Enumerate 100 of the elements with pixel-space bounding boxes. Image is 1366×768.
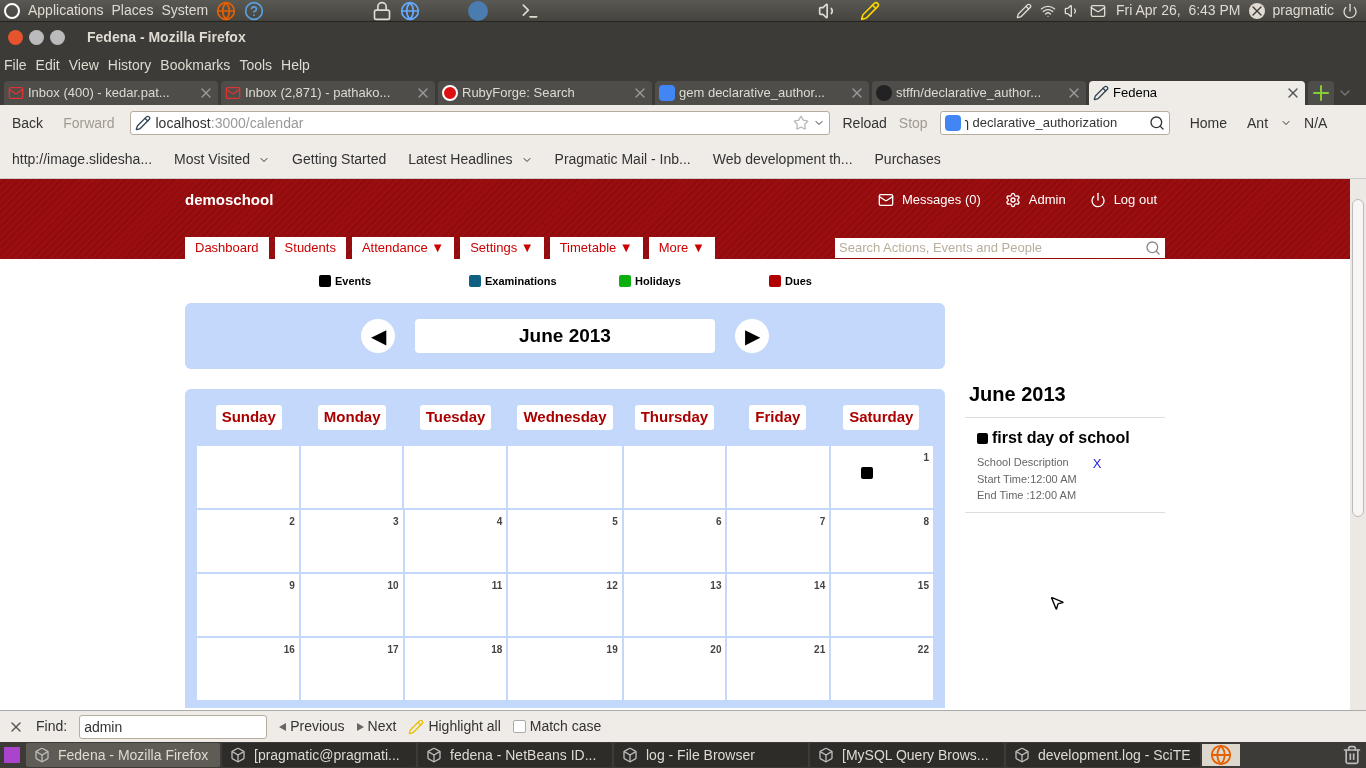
next-month-button[interactable]: ▶ bbox=[735, 319, 769, 353]
browser-tab[interactable]: Fedena bbox=[1089, 81, 1305, 105]
back-button[interactable]: Back bbox=[8, 112, 48, 134]
taskbar-button[interactable]: log - File Browser bbox=[614, 743, 808, 767]
calendar-cell[interactable]: 16 bbox=[197, 638, 299, 700]
match-case-label[interactable]: Match case bbox=[529, 716, 602, 737]
menu-item[interactable]: History bbox=[107, 54, 152, 76]
calendar-cell[interactable]: 5 bbox=[508, 510, 622, 572]
home-button[interactable]: Home bbox=[1189, 112, 1228, 134]
calendar-cell[interactable]: 6 bbox=[623, 510, 726, 572]
search-field[interactable]: ɿ declarative_authorization bbox=[939, 111, 1170, 135]
calendar-cell[interactable]: 9 bbox=[197, 574, 299, 636]
browser-tab[interactable]: stffn/declarative_author... bbox=[872, 81, 1086, 105]
match-case-checkbox[interactable] bbox=[512, 720, 526, 733]
browser-tab[interactable]: Inbox (2,871) - pathako... bbox=[221, 81, 435, 105]
menu-item[interactable]: Edit bbox=[35, 54, 60, 76]
calendar-cell[interactable]: 2 bbox=[197, 510, 299, 572]
nav-tab[interactable]: Attendance ▼ bbox=[351, 237, 455, 259]
legend-label: Dues bbox=[785, 273, 812, 289]
bookmark-item[interactable]: Web development th... bbox=[712, 149, 853, 170]
user-name[interactable]: pragmatic bbox=[1272, 0, 1334, 21]
trash-icon[interactable] bbox=[1342, 745, 1362, 765]
close-button[interactable] bbox=[8, 29, 23, 45]
menu-item[interactable]: Help bbox=[281, 54, 310, 76]
messages-link[interactable]: Messages (0) bbox=[902, 190, 981, 210]
calendar-cell[interactable]: 17 bbox=[300, 638, 403, 700]
status-icon[interactable] bbox=[1248, 2, 1265, 19]
menu-item[interactable]: View bbox=[68, 54, 99, 76]
calendar-cell[interactable]: 8 bbox=[831, 510, 933, 572]
calendar-cell[interactable]: 7 bbox=[727, 510, 830, 572]
bookmark-item[interactable]: Most Visited bbox=[174, 149, 271, 170]
calendar-cell[interactable]: 3 bbox=[300, 510, 403, 572]
power-icon[interactable] bbox=[1342, 2, 1358, 19]
browser-tab[interactable]: Inbox (400) - kedar.pat... bbox=[4, 81, 218, 105]
calendar-cell[interactable]: 14 bbox=[727, 574, 830, 636]
nav-tab[interactable]: Students bbox=[274, 237, 346, 259]
new-tab-icon[interactable] bbox=[1308, 81, 1334, 105]
browser-tab[interactable]: RubyForge: Search bbox=[438, 81, 652, 105]
nav-tab[interactable]: Dashboard bbox=[185, 237, 269, 259]
calendar-cell[interactable]: 10 bbox=[300, 574, 403, 636]
calendar-cell[interactable]: 22 bbox=[831, 638, 933, 700]
school-name[interactable]: demoschool bbox=[185, 188, 274, 212]
globe-icon[interactable] bbox=[1202, 744, 1240, 766]
calendar-cell[interactable]: 21 bbox=[727, 638, 830, 700]
nav-tab[interactable]: Settings ▼ bbox=[460, 237, 544, 259]
highlight-all-button[interactable]: Highlight all bbox=[428, 716, 501, 737]
star-icon[interactable] bbox=[793, 115, 810, 131]
calendar-cell[interactable]: 4 bbox=[404, 510, 507, 572]
calendar-cell[interactable]: 18 bbox=[404, 638, 507, 700]
maximize-button[interactable] bbox=[50, 29, 65, 45]
ant-button[interactable]: Ant bbox=[1247, 112, 1269, 134]
calendar-cell[interactable]: 1 bbox=[831, 446, 933, 508]
lock-icon[interactable] bbox=[372, 0, 393, 21]
previous-month-button[interactable]: ◀ bbox=[361, 319, 395, 353]
bookmark-item[interactable]: Getting Started bbox=[292, 149, 387, 170]
menu-item[interactable]: File bbox=[4, 54, 27, 76]
reload-button[interactable]: Reload bbox=[842, 112, 887, 134]
taskbar-button[interactable]: development.log - SciTE bbox=[1006, 743, 1200, 767]
nav-tab[interactable]: More ▼ bbox=[648, 237, 715, 259]
calendar-cell[interactable]: 13 bbox=[623, 574, 726, 636]
event-marker[interactable] bbox=[861, 467, 873, 479]
clock[interactable]: Fri Apr 26, 6:43 PM bbox=[1116, 0, 1241, 21]
menu-item[interactable]: Bookmarks bbox=[160, 54, 231, 76]
menu-item[interactable]: Tools bbox=[239, 54, 273, 76]
taskbar-button[interactable]: [pragmatic@pragmati... bbox=[222, 743, 416, 767]
previous-button[interactable]: Previous bbox=[290, 716, 345, 737]
find-field[interactable]: admin bbox=[79, 714, 268, 739]
bookmark-item[interactable]: Pragmatic Mail - Inb... bbox=[554, 149, 691, 170]
event-title[interactable]: first day of school bbox=[992, 426, 1130, 450]
bookmark-item[interactable]: http://image.slidesha... bbox=[12, 149, 153, 170]
taskbar-button[interactable]: fedena - NetBeans ID... bbox=[418, 743, 612, 767]
mail-icon bbox=[8, 85, 24, 101]
taskbar-button[interactable]: [MySQL Query Brows... bbox=[810, 743, 1004, 767]
panel-menu[interactable]: Places bbox=[111, 0, 154, 21]
search-icon[interactable] bbox=[1148, 115, 1165, 131]
calendar-cell[interactable]: 20 bbox=[623, 638, 726, 700]
calendar-cell[interactable]: 15 bbox=[831, 574, 933, 636]
delete-event-link[interactable]: X bbox=[1092, 454, 1102, 474]
calendar-cell[interactable]: 19 bbox=[508, 638, 622, 700]
calendar-cell[interactable]: 11 bbox=[404, 574, 507, 636]
bookmark-item[interactable]: Purchases bbox=[874, 149, 941, 170]
panel-menu[interactable]: Applications bbox=[28, 0, 104, 21]
browser-tab[interactable]: gem declarative_author... bbox=[655, 81, 869, 105]
logout-link[interactable]: Log out bbox=[1113, 190, 1157, 210]
search-field[interactable]: Search Actions, Events and People bbox=[835, 238, 1165, 258]
weekday-label: Sunday bbox=[215, 405, 282, 430]
globe-icon[interactable] bbox=[400, 0, 421, 21]
calendar-cell[interactable]: 12 bbox=[508, 574, 622, 636]
taskbar-button[interactable]: Fedena - Mozilla Firefox bbox=[26, 743, 220, 767]
panel-menu[interactable]: System bbox=[161, 0, 209, 21]
nav-tab[interactable]: Timetable ▼ bbox=[549, 237, 643, 259]
event-description: School Description bbox=[977, 455, 1070, 470]
help-icon[interactable] bbox=[244, 0, 265, 21]
minimize-button[interactable] bbox=[29, 29, 44, 45]
admin-link[interactable]: Admin bbox=[1028, 190, 1066, 210]
globe-icon[interactable] bbox=[216, 0, 237, 21]
bookmark-item[interactable]: Latest Headlines bbox=[408, 149, 533, 170]
next-button[interactable]: Next bbox=[367, 716, 397, 737]
url-field[interactable]: localhost:3000/calendar bbox=[130, 111, 831, 135]
scrollbar[interactable] bbox=[1350, 179, 1366, 710]
